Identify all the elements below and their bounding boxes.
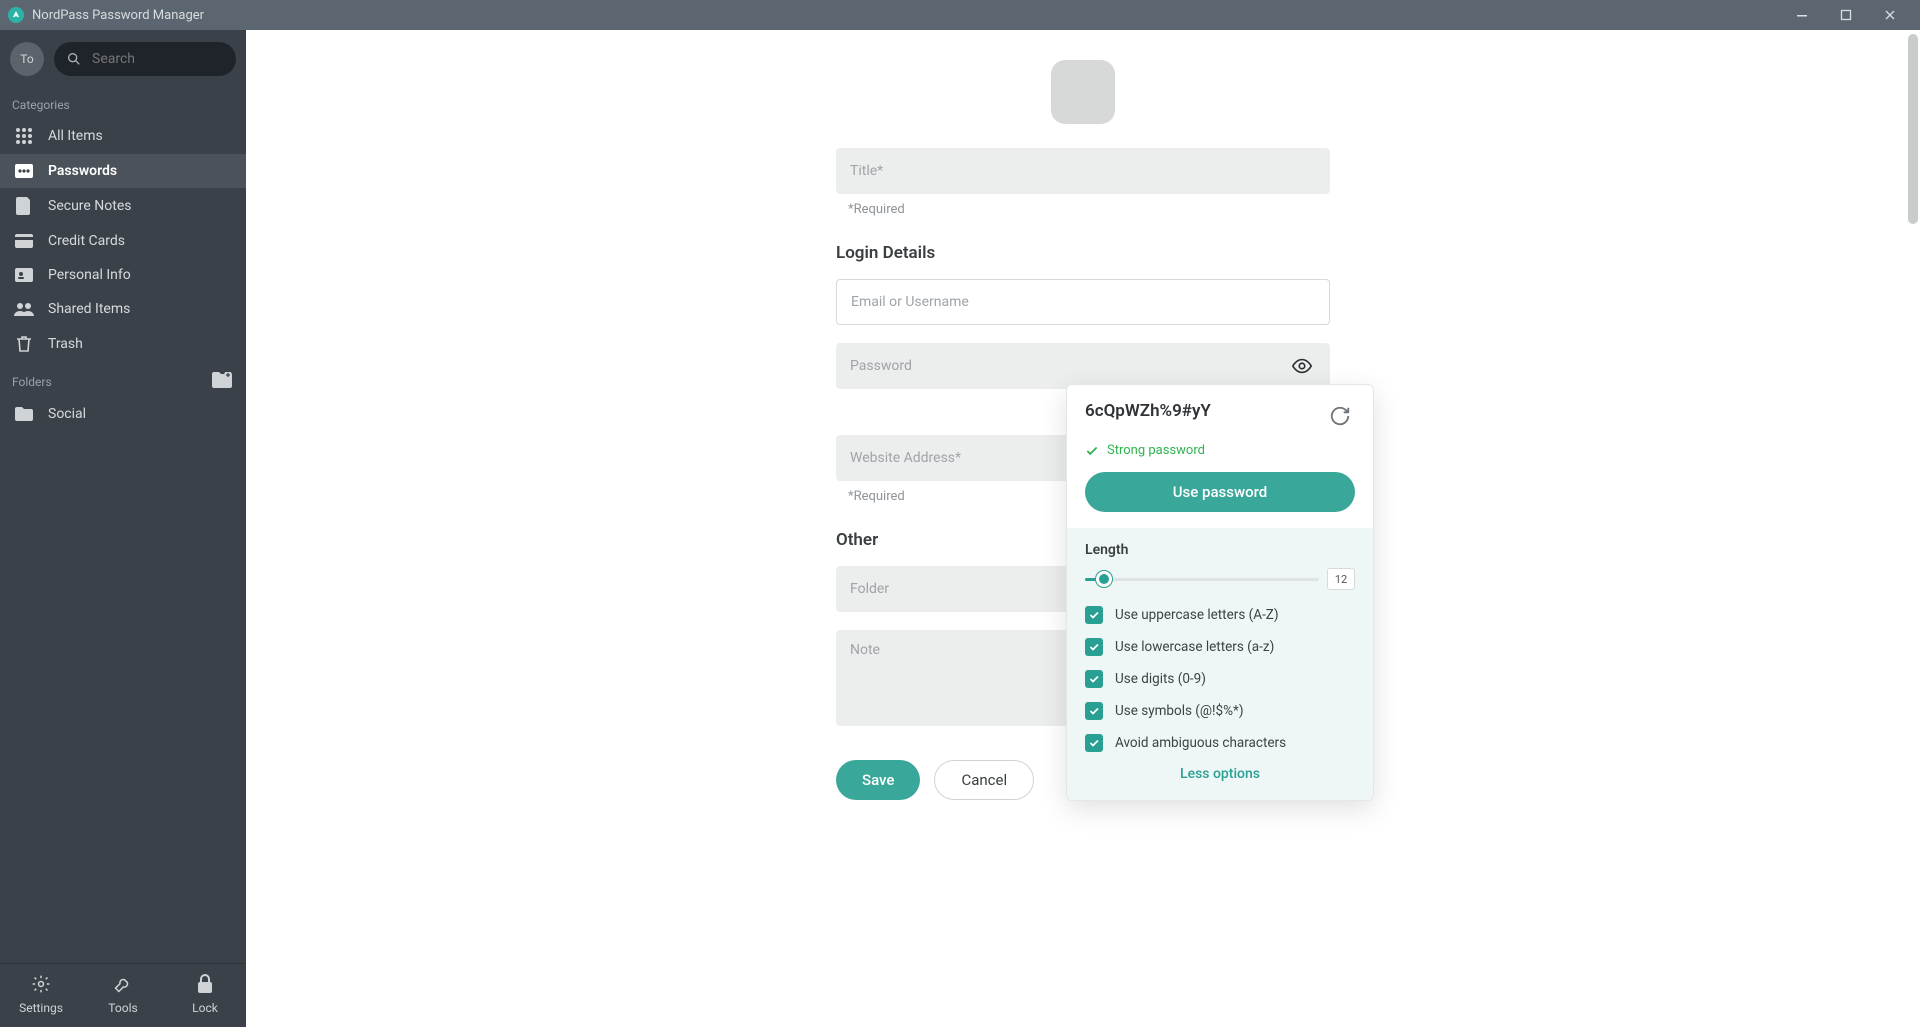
- option-label: Use symbols (@!$%*): [1115, 703, 1244, 719]
- generated-password: 6cQpWZh%9#yY: [1085, 401, 1211, 421]
- slider-thumb[interactable]: [1096, 571, 1112, 587]
- note-icon: [14, 197, 34, 215]
- length-label: Length: [1085, 542, 1355, 558]
- title-input[interactable]: [836, 148, 1330, 194]
- save-button[interactable]: Save: [836, 760, 920, 800]
- lock-button[interactable]: Lock: [164, 964, 246, 1027]
- sidebar-item-label: Trash: [48, 336, 83, 352]
- option-label: Avoid ambiguous characters: [1115, 735, 1286, 751]
- option-uppercase[interactable]: Use uppercase letters (A-Z): [1085, 606, 1355, 624]
- folder-icon: [14, 407, 34, 421]
- strength-label: Strong password: [1107, 443, 1205, 458]
- sidebar-item-label: Shared Items: [48, 301, 130, 317]
- length-slider[interactable]: [1085, 571, 1319, 587]
- window-close-button[interactable]: [1868, 0, 1912, 30]
- add-folder-icon[interactable]: [212, 372, 232, 391]
- less-options-link[interactable]: Less options: [1085, 766, 1355, 782]
- sidebar-item-personal-info[interactable]: Personal Info: [0, 258, 246, 292]
- check-icon: [1085, 444, 1099, 458]
- credit-card-icon: [14, 234, 34, 248]
- gear-icon: [0, 974, 82, 997]
- use-password-button[interactable]: Use password: [1085, 472, 1355, 512]
- checkbox-checked-icon: [1085, 702, 1103, 720]
- checkbox-checked-icon: [1085, 606, 1103, 624]
- folder-social[interactable]: Social: [0, 397, 246, 431]
- password-strength: Strong password: [1085, 443, 1355, 458]
- sidebar-item-shared-items[interactable]: Shared Items: [0, 292, 246, 326]
- folders-label: Folders: [12, 375, 52, 389]
- option-digits[interactable]: Use digits (0-9): [1085, 670, 1355, 688]
- option-label: Use lowercase letters (a-z): [1115, 639, 1274, 655]
- required-helper: *Required: [848, 202, 1330, 217]
- checkbox-checked-icon: [1085, 638, 1103, 656]
- cancel-button[interactable]: Cancel: [934, 760, 1034, 800]
- grid-icon: [14, 127, 34, 145]
- show-password-icon[interactable]: [1284, 343, 1320, 389]
- person-card-icon: [14, 268, 34, 282]
- sidebar-item-all-items[interactable]: All Items: [0, 118, 246, 154]
- sidebar-item-label: Credit Cards: [48, 233, 125, 249]
- item-avatar-placeholder[interactable]: [1051, 60, 1115, 124]
- people-icon: [14, 302, 34, 316]
- sidebar-item-secure-notes[interactable]: Secure Notes: [0, 188, 246, 224]
- lock-label: Lock: [192, 1001, 218, 1015]
- tools-button[interactable]: Tools: [82, 964, 164, 1027]
- password-generator-popover: 6cQpWZh%9#yY Strong password Use passwor…: [1066, 384, 1374, 801]
- option-label: Use digits (0-9): [1115, 671, 1206, 687]
- option-symbols[interactable]: Use symbols (@!$%*): [1085, 702, 1355, 720]
- sidebar-item-credit-cards[interactable]: Credit Cards: [0, 224, 246, 258]
- window-title: NordPass Password Manager: [32, 8, 204, 23]
- wrench-icon: [82, 974, 164, 997]
- search-icon: [66, 51, 82, 67]
- search-box[interactable]: [54, 42, 236, 76]
- scrollbar-thumb[interactable]: [1908, 34, 1918, 224]
- window-minimize-button[interactable]: [1780, 0, 1824, 30]
- login-details-heading: Login Details: [836, 243, 1330, 263]
- sidebar-item-label: Secure Notes: [48, 198, 132, 214]
- checkbox-checked-icon: [1085, 670, 1103, 688]
- user-avatar[interactable]: To: [10, 42, 44, 76]
- length-value[interactable]: 12: [1327, 568, 1355, 590]
- sidebar-item-label: Passwords: [48, 163, 117, 179]
- search-input[interactable]: [92, 51, 224, 67]
- email-input[interactable]: [836, 279, 1330, 325]
- sidebar-item-label: Social: [48, 406, 86, 422]
- sidebar-item-trash[interactable]: Trash: [0, 326, 246, 362]
- password-input[interactable]: [836, 343, 1330, 389]
- sidebar-item-label: Personal Info: [48, 267, 131, 283]
- sidebar: To Categories All Items Passwords Secure…: [0, 30, 246, 1027]
- main-content: *Required Login Details *Required Other …: [246, 30, 1920, 1027]
- window-maximize-button[interactable]: [1824, 0, 1868, 30]
- password-icon: [14, 164, 34, 178]
- sidebar-item-label: All Items: [48, 128, 103, 144]
- regenerate-icon[interactable]: [1325, 401, 1355, 435]
- categories-label: Categories: [0, 88, 246, 118]
- option-lowercase[interactable]: Use lowercase letters (a-z): [1085, 638, 1355, 656]
- tools-label: Tools: [108, 1001, 137, 1015]
- app-logo-icon: [8, 7, 24, 23]
- window-titlebar: NordPass Password Manager: [0, 0, 1920, 30]
- lock-icon: [164, 974, 246, 997]
- sidebar-item-passwords[interactable]: Passwords: [0, 154, 246, 188]
- option-label: Use uppercase letters (A-Z): [1115, 607, 1279, 623]
- option-ambiguous[interactable]: Avoid ambiguous characters: [1085, 734, 1355, 752]
- trash-icon: [14, 335, 34, 353]
- settings-button[interactable]: Settings: [0, 964, 82, 1027]
- settings-label: Settings: [19, 1001, 63, 1015]
- checkbox-checked-icon: [1085, 734, 1103, 752]
